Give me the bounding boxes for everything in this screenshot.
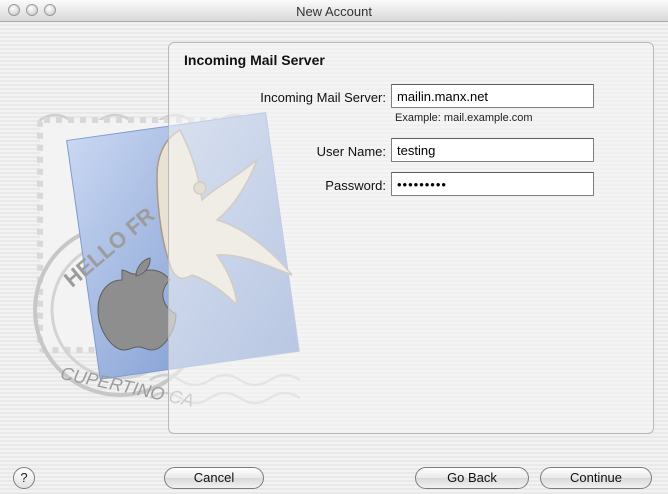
title-bar: New Account	[0, 0, 668, 22]
go-back-button[interactable]: Go Back	[415, 467, 529, 489]
incoming-server-label: Incoming Mail Server:	[260, 90, 386, 105]
help-button[interactable]: ?	[13, 467, 35, 489]
password-input[interactable]	[391, 172, 594, 196]
new-account-window: New Account HELLO FR CUPERTINO CA Incomi…	[0, 0, 668, 494]
server-example-hint: Example: mail.example.com	[395, 112, 533, 124]
section-title: Incoming Mail Server	[184, 52, 325, 68]
continue-button[interactable]: Continue	[540, 467, 652, 489]
incoming-server-input[interactable]	[391, 84, 594, 108]
password-label: Password:	[325, 178, 386, 193]
window-title: New Account	[296, 4, 372, 19]
cancel-button[interactable]: Cancel	[164, 467, 264, 489]
user-name-label: User Name:	[316, 144, 386, 159]
question-mark-icon: ?	[20, 470, 28, 485]
user-name-input[interactable]	[391, 138, 594, 162]
